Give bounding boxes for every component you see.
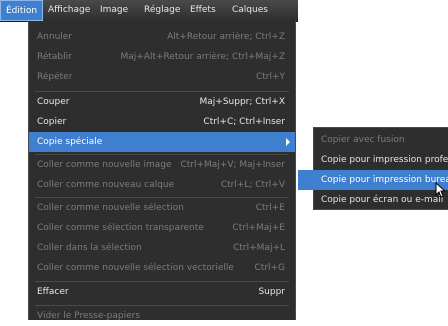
- menu-item-label: Couper: [37, 97, 70, 107]
- menu-item-shortcut: Ctrl+G: [254, 263, 285, 273]
- menu-edition[interactable]: Édition: [0, 0, 44, 21]
- menu-image[interactable]: Image: [95, 0, 133, 21]
- menu-item-coller-dans-selection[interactable]: Coller dans la sélection Ctrl+Maj+L: [29, 238, 295, 258]
- menu-item-label: Coller comme nouvelle sélection: [37, 203, 184, 213]
- menu-item-repeter[interactable]: Répéter Ctrl+Y: [29, 67, 295, 87]
- submenu-item-label: Copier avec fusion: [321, 135, 405, 145]
- menu-item-label: Vider le Presse-papiers: [37, 311, 141, 321]
- submenu-item-label: Copie pour écran ou e-mail: [321, 195, 444, 205]
- menu-item-coller-nouveau-calque[interactable]: Coller comme nouveau calque Ctrl+L; Ctrl…: [29, 175, 295, 195]
- menu-affichage[interactable]: Affichage: [43, 0, 95, 21]
- menu-item-label: Répéter: [37, 72, 73, 82]
- menu-item-couper[interactable]: Couper Maj+Suppr; Ctrl+X: [29, 92, 295, 112]
- menubar: Édition Affichage Image Réglage Effets C…: [0, 0, 298, 22]
- menu-item-coller-nouvelle-selection[interactable]: Coller comme nouvelle sélection Ctrl+E: [29, 198, 295, 218]
- menu-item-label: Coller comme nouvelle image: [37, 160, 172, 170]
- menu-item-label: Coller comme sélection transparente: [37, 223, 204, 233]
- menu-item-coller-selection-vectorielle[interactable]: Coller comme nouvelle sélection vectorie…: [29, 258, 295, 278]
- menu-item-label: Copier: [37, 117, 67, 127]
- menu-item-shortcut: Ctrl+L; Ctrl+V: [220, 180, 285, 190]
- menu-item-copie-speciale[interactable]: Copie spéciale: [29, 132, 295, 152]
- menu-item-shortcut: Maj+Suppr; Ctrl+X: [199, 97, 285, 107]
- menu-item-annuler[interactable]: Annuler Alt+Retour arrière; Ctrl+Z: [29, 27, 295, 47]
- menu-item-shortcut: Maj+Alt+Retour arrière; Ctrl+Maj+Z: [120, 52, 285, 62]
- edit-dropdown-menu: Annuler Alt+Retour arrière; Ctrl+Z Rétab…: [28, 21, 296, 321]
- submenu-item-ecran-email[interactable]: Copie pour écran ou e-mail: [314, 190, 448, 210]
- menu-item-vider-presse-papiers[interactable]: Vider le Presse-papiers: [29, 306, 295, 326]
- menu-item-shortcut: Suppr: [258, 287, 285, 297]
- menu-item-label: Coller comme nouveau calque: [37, 180, 175, 190]
- menu-item-coller-nouvelle-image[interactable]: Coller comme nouvelle image Ctrl+Maj+V; …: [29, 155, 295, 175]
- menu-item-label: Coller dans la sélection: [37, 243, 142, 253]
- menu-item-label: Coller comme nouvelle sélection vectorie…: [37, 263, 234, 273]
- menu-item-coller-selection-transparente[interactable]: Coller comme sélection transparente Ctrl…: [29, 218, 295, 238]
- menu-item-label: Annuler: [37, 32, 73, 42]
- menu-item-label: Effacer: [37, 287, 69, 297]
- menu-item-copier[interactable]: Copier Ctrl+C; Ctrl+Inser: [29, 112, 295, 132]
- menu-item-label: Copie spéciale: [37, 137, 103, 147]
- copie-speciale-submenu: Copier avec fusion Copie pour impression…: [298, 127, 448, 210]
- menu-effets[interactable]: Effets: [185, 0, 221, 21]
- menu-reglage[interactable]: Réglage: [139, 0, 185, 21]
- menu-item-effacer[interactable]: Effacer Suppr: [29, 282, 295, 302]
- menu-item-shortcut: Ctrl+Maj+V; Maj+Inser: [180, 160, 285, 170]
- submenu-item-label: Copie pour impression bureau: [321, 175, 448, 185]
- submenu-item-copier-avec-fusion[interactable]: Copier avec fusion: [314, 130, 448, 150]
- menu-item-shortcut: Ctrl+Maj+E: [232, 223, 285, 233]
- submenu-item-label: Copie pour impression professionnelle: [321, 155, 448, 165]
- menu-item-label: Rétablir: [37, 52, 72, 62]
- submenu-item-impression-bureau[interactable]: Copie pour impression bureau: [298, 170, 448, 190]
- submenu-item-impression-professionnelle[interactable]: Copie pour impression professionnelle: [314, 150, 448, 170]
- menu-calques[interactable]: Calques: [227, 0, 273, 21]
- submenu-arrow-icon: [286, 138, 290, 146]
- menu-item-shortcut: Ctrl+Maj+L: [233, 243, 285, 253]
- menu-item-shortcut: Ctrl+C; Ctrl+Inser: [203, 117, 285, 127]
- menu-item-shortcut: Alt+Retour arrière; Ctrl+Z: [167, 32, 285, 42]
- menu-item-retablir[interactable]: Rétablir Maj+Alt+Retour arrière; Ctrl+Ma…: [29, 47, 295, 67]
- menu-item-shortcut: Ctrl+E: [255, 203, 285, 213]
- mouse-cursor-icon: [435, 182, 445, 198]
- menu-item-shortcut: Ctrl+Y: [255, 72, 285, 82]
